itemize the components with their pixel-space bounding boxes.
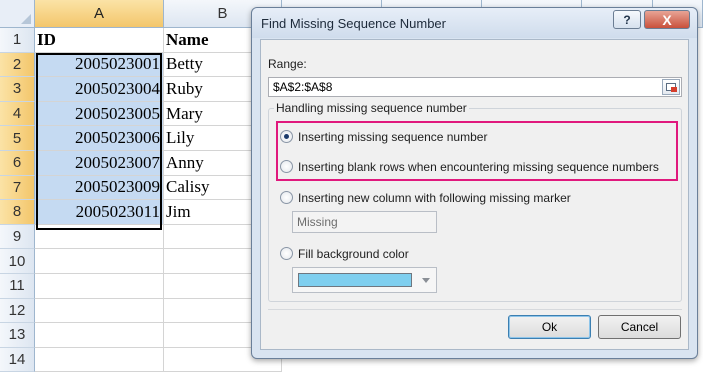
ok-button[interactable]: Ok (508, 315, 591, 339)
option-fill-background-label[interactable]: Fill background color (298, 247, 409, 261)
cell-a6[interactable]: 2005023007 (35, 151, 164, 176)
row-header-3[interactable]: 3 (0, 77, 35, 102)
cell-a12[interactable] (35, 298, 164, 324)
dialog-titlebar[interactable]: Find Missing Sequence Number ? X (252, 8, 697, 38)
row-header-12[interactable]: 12 (0, 298, 35, 324)
chevron-down-icon[interactable] (422, 278, 430, 283)
row-header-10[interactable]: 10 (0, 249, 35, 274)
cell-a7[interactable]: 2005023009 (35, 175, 164, 201)
row-header-9[interactable]: 9 (0, 224, 35, 250)
cell-a4[interactable]: 2005023005 (35, 101, 164, 127)
find-missing-sequence-dialog: Find Missing Sequence Number ? X Range: … (251, 7, 698, 359)
cancel-button[interactable]: Cancel (598, 315, 681, 339)
cell-a3[interactable]: 2005023004 (35, 77, 164, 102)
help-icon[interactable]: ? (613, 10, 641, 29)
option-insert-missing-label[interactable]: Inserting missing sequence number (298, 130, 487, 144)
cell-a8[interactable]: 2005023011 (35, 200, 164, 225)
range-select-icon[interactable] (662, 79, 680, 95)
row-header-8[interactable]: 8 (0, 200, 35, 225)
range-value: $A$2:$A$8 (273, 80, 333, 94)
option-new-column-marker-label[interactable]: Inserting new column with following miss… (298, 191, 571, 205)
dialog-body: Range: $A$2:$A$8 Handling missing sequen… (260, 39, 689, 350)
radio-insert-missing[interactable] (280, 130, 293, 143)
range-input[interactable]: $A$2:$A$8 (268, 77, 682, 97)
fill-color-dropdown[interactable] (292, 267, 437, 293)
fill-color-swatch (298, 273, 412, 287)
cell-a14[interactable] (35, 347, 164, 372)
select-all-corner[interactable] (0, 0, 35, 28)
cell-a11[interactable] (35, 274, 164, 299)
row-header-14[interactable]: 14 (0, 347, 35, 372)
radio-fill-background[interactable] (280, 247, 293, 260)
handling-group-label: Handling missing sequence number (274, 101, 469, 115)
cell-a10[interactable] (35, 249, 164, 274)
row-header-1[interactable]: 1 (0, 28, 35, 53)
radio-insert-blank-rows[interactable] (280, 160, 293, 173)
missing-marker-value: Missing (297, 215, 338, 229)
row-header-6[interactable]: 6 (0, 151, 35, 176)
dialog-title: Find Missing Sequence Number (261, 16, 446, 31)
button-separator (268, 309, 682, 310)
row-header-2[interactable]: 2 (0, 52, 35, 78)
row-header-11[interactable]: 11 (0, 274, 35, 299)
cell-a9[interactable] (35, 224, 164, 250)
missing-marker-input[interactable]: Missing (292, 211, 437, 233)
cell-a1[interactable]: ID (35, 28, 164, 53)
column-header-a[interactable]: A (35, 0, 164, 28)
row-header-13[interactable]: 13 (0, 323, 35, 348)
radio-new-column-marker[interactable] (280, 191, 293, 204)
option-insert-blank-rows-label[interactable]: Inserting blank rows when encountering m… (298, 160, 659, 174)
cell-a5[interactable]: 2005023006 (35, 126, 164, 151)
close-icon[interactable]: X (644, 10, 690, 29)
cell-a2[interactable]: 2005023001 (35, 52, 164, 78)
row-header-7[interactable]: 7 (0, 175, 35, 201)
range-label: Range: (268, 57, 307, 71)
cell-a13[interactable] (35, 323, 164, 348)
row-header-5[interactable]: 5 (0, 126, 35, 151)
row-header-4[interactable]: 4 (0, 101, 35, 127)
